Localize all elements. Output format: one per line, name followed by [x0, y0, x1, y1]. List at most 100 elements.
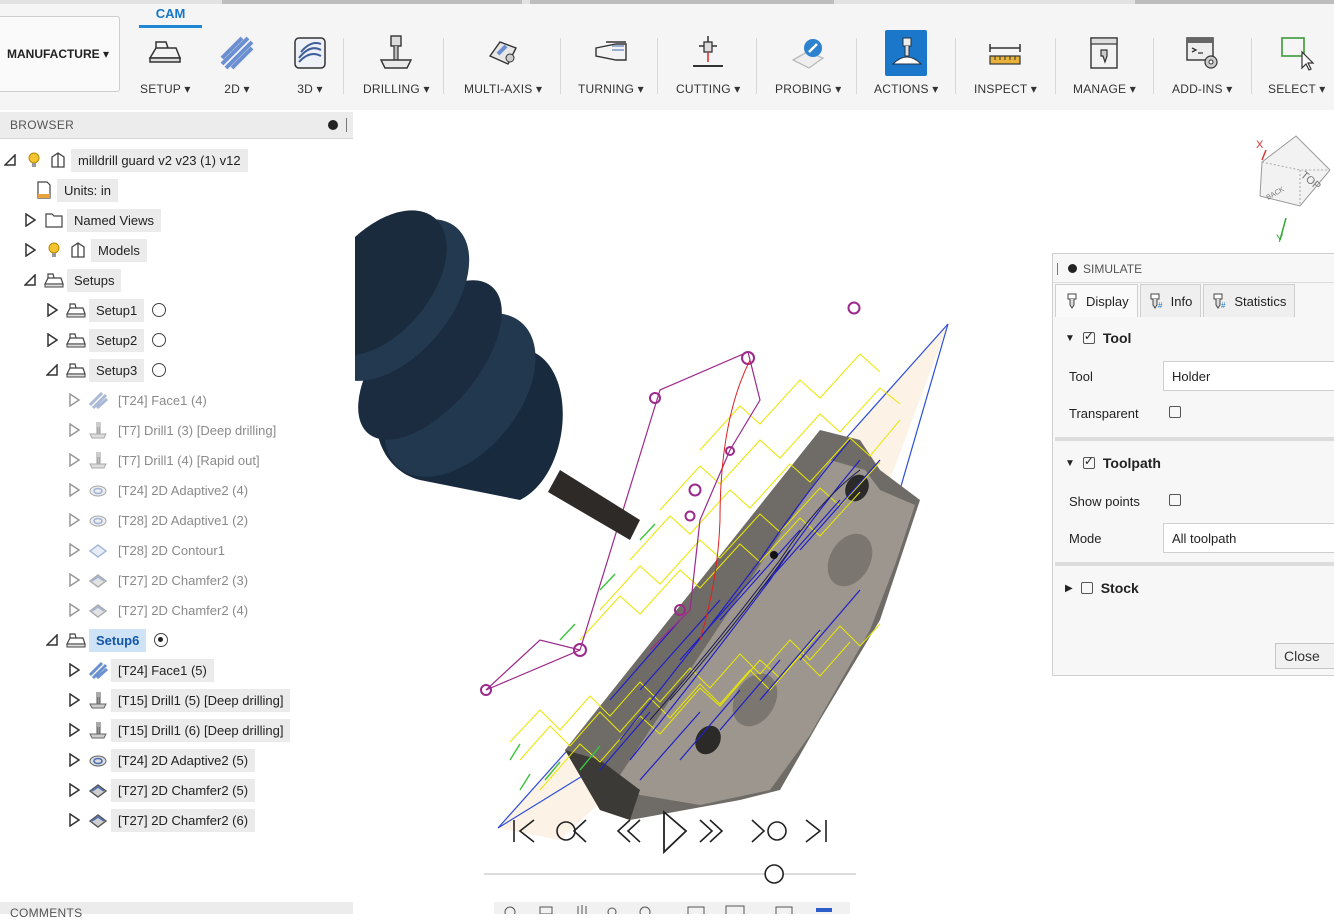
expand-triangle-icon[interactable]	[64, 390, 84, 410]
expand-triangle-icon[interactable]	[64, 480, 84, 500]
step-forward-icon[interactable]	[699, 819, 724, 843]
next-operation-icon[interactable]	[751, 819, 787, 843]
operation-row[interactable]: [T7] Drill1 (4) [Rapid out]	[64, 448, 267, 472]
expand-triangle-icon[interactable]	[64, 690, 84, 710]
browser-item-named-views[interactable]: Named Views	[20, 208, 161, 232]
activate-radio[interactable]	[152, 333, 167, 347]
comments-header[interactable]: COMMENTS	[0, 902, 353, 920]
setup-icon[interactable]	[144, 30, 186, 76]
operation-row[interactable]: [T15] Drill1 (6) [Deep drilling]	[64, 718, 291, 742]
operation-row[interactable]: [T24] Face1 (4)	[64, 388, 214, 412]
toolpath-checkbox[interactable]	[1082, 454, 1095, 469]
panel-grip-icon[interactable]	[1057, 263, 1058, 275]
workspace-switcher[interactable]: MANUFACTURE ▾	[0, 16, 120, 92]
toolpath-section-header[interactable]: ▼ Toolpath	[1065, 454, 1161, 471]
collapse-arrow-icon[interactable]: ▼	[1065, 458, 1075, 469]
cutting-icon[interactable]	[687, 30, 729, 76]
expand-triangle-icon[interactable]	[64, 600, 84, 620]
tool-display-select[interactable]: Holder	[1163, 361, 1334, 391]
cutting-group[interactable]: CUTTING ▾	[676, 30, 740, 96]
collapse-arrow-icon[interactable]: ▼	[1065, 333, 1075, 344]
operation-row[interactable]: [T27] 2D Chamfer2 (6)	[64, 808, 256, 832]
drilling-group[interactable]: DRILLING ▾	[363, 30, 430, 96]
2d-milling-icon[interactable]	[216, 30, 258, 76]
expand-triangle-icon[interactable]	[64, 420, 84, 440]
3d-milling-icon[interactable]	[289, 30, 331, 76]
collapse-triangle-icon[interactable]	[0, 150, 20, 170]
manage-group[interactable]: MANAGE ▾	[1073, 30, 1136, 96]
expand-triangle-icon[interactable]	[64, 510, 84, 530]
expand-triangle-icon[interactable]	[42, 330, 62, 350]
tool-checkbox[interactable]	[1082, 329, 1095, 344]
expand-triangle-icon[interactable]	[64, 780, 84, 800]
step-back-icon[interactable]	[616, 819, 641, 843]
tab-display[interactable]: Display	[1055, 284, 1138, 317]
expand-triangle-icon[interactable]	[64, 750, 84, 770]
2d-group[interactable]: 2D ▾	[216, 30, 258, 96]
collapse-triangle-icon[interactable]	[20, 270, 40, 290]
operation-row[interactable]: [T27] 2D Chamfer2 (4)	[64, 598, 255, 622]
browser-item-units[interactable]: Units: in	[30, 178, 118, 202]
select-icon[interactable]	[1276, 30, 1318, 76]
operation-row[interactable]: [T24] Face1 (5)	[64, 658, 214, 682]
activate-radio[interactable]	[152, 303, 167, 317]
tab-cam[interactable]: CAM	[139, 6, 202, 21]
operation-row[interactable]: [T15] Drill1 (5) [Deep drilling]	[64, 688, 291, 712]
browser-item-setup3[interactable]: Setup3	[42, 358, 167, 382]
view-cube[interactable]: TOP BACK X Y	[1256, 135, 1331, 245]
collapse-triangle-icon[interactable]	[42, 630, 62, 650]
mode-select[interactable]: All toolpath	[1163, 523, 1334, 553]
expand-arrow-icon[interactable]: ▶	[1065, 583, 1073, 594]
environment-icon[interactable]	[816, 908, 832, 912]
simulate-header[interactable]: SIMULATE	[1053, 254, 1334, 283]
browser-item-models[interactable]: Models	[20, 238, 147, 262]
expand-triangle-icon[interactable]	[64, 450, 84, 470]
browser-item-setup1[interactable]: Setup1	[42, 298, 167, 322]
expand-triangle-icon[interactable]	[64, 810, 84, 830]
probing-group[interactable]: PROBING ▾	[775, 30, 842, 96]
expand-triangle-icon[interactable]	[64, 660, 84, 680]
browser-item-setups[interactable]: Setups	[20, 268, 122, 292]
skip-to-end-icon[interactable]	[805, 819, 827, 843]
multi-axis-icon[interactable]	[482, 30, 524, 76]
add-ins-group[interactable]: ADD-INS ▾	[1172, 30, 1233, 96]
probing-icon[interactable]	[787, 30, 829, 76]
turning-group[interactable]: TURNING ▾	[578, 30, 644, 96]
expand-triangle-icon[interactable]	[20, 240, 40, 260]
collapse-dot-icon[interactable]	[1068, 264, 1077, 273]
active-setup-radio[interactable]	[154, 633, 169, 647]
turning-icon[interactable]	[590, 30, 632, 76]
browser-item-setup2[interactable]: Setup2	[42, 328, 167, 352]
stock-checkbox[interactable]	[1080, 582, 1093, 594]
operation-row[interactable]: [T27] 2D Chamfer2 (3)	[64, 568, 255, 592]
lightbulb-icon[interactable]	[24, 150, 44, 170]
drilling-icon[interactable]	[375, 30, 417, 76]
show-points-checkbox[interactable]	[1169, 494, 1181, 506]
setup-group[interactable]: SETUP ▾	[140, 30, 191, 96]
lightbulb-icon[interactable]	[44, 240, 64, 260]
panel-grip-icon[interactable]	[346, 118, 347, 132]
simulate-icon[interactable]	[885, 30, 928, 76]
expand-triangle-icon[interactable]	[64, 540, 84, 560]
select-group[interactable]: SELECT ▾	[1268, 30, 1325, 96]
3d-group[interactable]: 3D ▾	[289, 30, 331, 96]
expand-triangle-icon[interactable]	[64, 570, 84, 590]
activate-radio[interactable]	[152, 363, 167, 377]
play-icon[interactable]	[663, 810, 688, 855]
multi-axis-group[interactable]: MULTI-AXIS ▾	[464, 30, 542, 96]
scripts-icon[interactable]	[1181, 30, 1223, 76]
operation-row[interactable]: [T24] 2D Adaptive2 (5)	[64, 748, 256, 772]
tool-section-header[interactable]: ▼ Tool	[1065, 329, 1131, 346]
expand-triangle-icon[interactable]	[64, 720, 84, 740]
operation-row[interactable]: [T24] 2D Adaptive2 (4)	[64, 478, 255, 502]
collapse-triangle-icon[interactable]	[42, 360, 62, 380]
timeline-slider-thumb[interactable]	[764, 864, 784, 884]
transparent-checkbox[interactable]	[1169, 406, 1181, 418]
actions-group[interactable]: ACTIONS ▾	[874, 30, 939, 96]
close-button[interactable]: Close	[1275, 643, 1334, 669]
expand-triangle-icon[interactable]	[20, 210, 40, 230]
inspect-group[interactable]: INSPECT ▾	[974, 30, 1037, 96]
operation-row[interactable]: [T27] 2D Chamfer2 (5)	[64, 778, 256, 802]
tab-statistics[interactable]: # Statistics	[1203, 284, 1296, 317]
operation-row[interactable]: [T28] 2D Contour1	[64, 538, 232, 562]
